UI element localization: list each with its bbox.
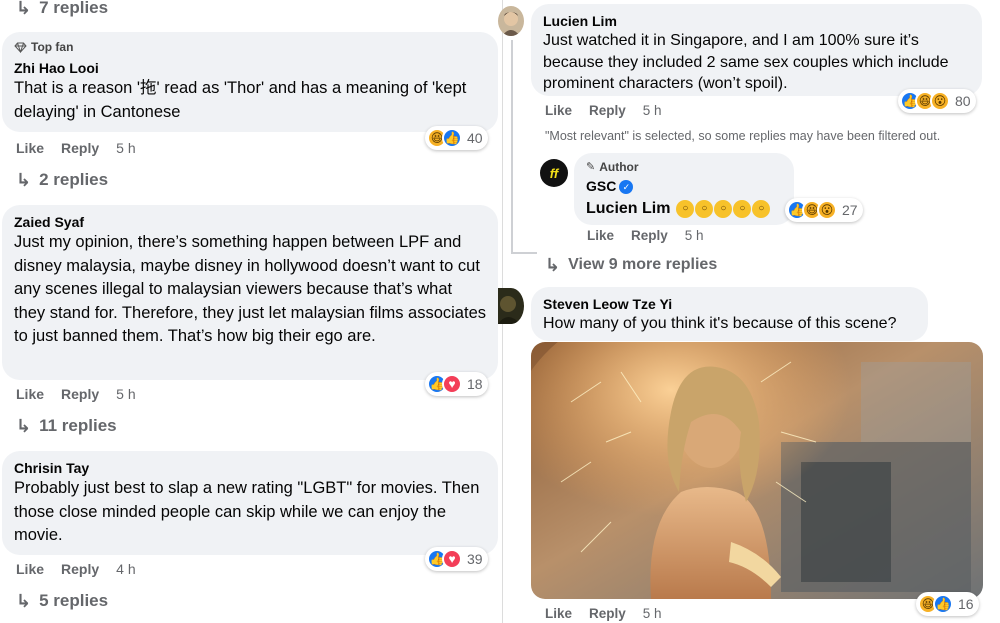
comment-actions: Like Reply 5 h bbox=[545, 102, 662, 120]
reaction-summary[interactable]: 👍 😆 😮 80 bbox=[898, 89, 976, 113]
avatar[interactable]: ff bbox=[540, 159, 568, 187]
comment-text: Just watched it in Singapore, and I am 1… bbox=[543, 32, 949, 92]
timestamp[interactable]: 5 h bbox=[643, 102, 662, 120]
reply-arrow-icon: ↳ bbox=[16, 591, 32, 611]
verified-badge-icon: ✓ bbox=[619, 180, 634, 195]
author-badge: ✎ Author bbox=[586, 160, 639, 174]
reaction-summary[interactable]: 👍 ♥ 18 bbox=[425, 372, 488, 396]
emoji-group: ○ ○ ○ ○ ○ bbox=[676, 199, 771, 218]
reaction-summary[interactable]: 😆 👍 40 bbox=[425, 126, 488, 150]
avatar[interactable] bbox=[498, 6, 524, 36]
reply-arrow-icon: ↳ bbox=[545, 255, 561, 275]
comment-bubble: Zaied Syaf Just my opinion, there’s some… bbox=[2, 205, 498, 380]
reaction-summary[interactable]: 😆 👍 16 bbox=[916, 592, 979, 616]
timestamp[interactable]: 5 h bbox=[685, 227, 704, 245]
diamond-icon bbox=[14, 42, 27, 53]
reply-button[interactable]: Reply bbox=[589, 605, 626, 623]
comment-bubble: Chrisin Tay Probably just best to slap a… bbox=[2, 451, 498, 555]
like-reaction-icon: 👍 bbox=[442, 128, 462, 148]
comment-actions: Like Reply 5 h bbox=[545, 605, 662, 623]
open-mouth-emoji-icon: ○ bbox=[714, 199, 733, 218]
reaction-summary[interactable]: 👍 ♥ 39 bbox=[425, 547, 488, 571]
open-mouth-emoji-icon: ○ bbox=[695, 199, 714, 218]
comment-bubble: Top fan Zhi Hao Looi That is a reason '拖… bbox=[2, 32, 498, 132]
comment-text: Probably just best to slap a new rating … bbox=[14, 479, 480, 544]
thread-line bbox=[511, 252, 537, 254]
view-replies-link[interactable]: ↳ 2 replies bbox=[16, 169, 108, 191]
reply-button[interactable]: Reply bbox=[61, 385, 99, 403]
like-button[interactable]: Like bbox=[545, 605, 572, 623]
timestamp[interactable]: 5 h bbox=[116, 385, 135, 403]
comment-text: How many of you think it's because of th… bbox=[543, 315, 897, 332]
view-more-replies-link[interactable]: ↳ View 9 more replies bbox=[545, 254, 717, 276]
comment-author[interactable]: Zaied Syaf bbox=[14, 213, 486, 231]
like-button[interactable]: Like bbox=[545, 102, 572, 120]
view-replies-link[interactable]: ↳ 7 replies bbox=[16, 0, 108, 19]
comment-bubble: Steven Leow Tze Yi How many of you think… bbox=[531, 287, 928, 341]
top-fan-badge: Top fan bbox=[14, 40, 486, 54]
reaction-summary[interactable]: 👍 😆 😮 27 bbox=[785, 198, 863, 222]
thread-line bbox=[511, 40, 513, 254]
timestamp[interactable]: 5 h bbox=[643, 605, 662, 623]
like-button[interactable]: Like bbox=[16, 385, 44, 403]
reply-arrow-icon: ↳ bbox=[16, 170, 32, 190]
comment-author[interactable]: Chrisin Tay bbox=[14, 459, 486, 477]
gsc-logo-icon: ff bbox=[549, 165, 559, 181]
timestamp[interactable]: 5 h bbox=[116, 139, 135, 157]
comment-author[interactable]: GSC ✓ bbox=[586, 177, 782, 195]
comment-text: Just my opinion, there’s something happe… bbox=[14, 233, 486, 345]
comment-actions: Like Reply 4 h bbox=[16, 560, 136, 578]
comment-actions: Like Reply 5 h bbox=[16, 139, 136, 157]
reply-bubble: ✎ Author GSC ✓ Lucien Lim ○ ○ ○ ○ ○ bbox=[574, 153, 794, 225]
love-reaction-icon: ♥ bbox=[442, 549, 462, 569]
timestamp[interactable]: 4 h bbox=[116, 560, 135, 578]
comment-bubble: Lucien Lim Just watched it in Singapore,… bbox=[531, 4, 982, 96]
like-button[interactable]: Like bbox=[587, 227, 614, 245]
avatar[interactable] bbox=[498, 288, 524, 324]
comment-attachment-image[interactable] bbox=[531, 342, 983, 599]
comment-author[interactable]: Steven Leow Tze Yi bbox=[543, 295, 916, 313]
reply-button[interactable]: Reply bbox=[631, 227, 668, 245]
open-mouth-emoji-icon: ○ bbox=[733, 199, 752, 218]
filter-notice: "Most relevant" is selected, so some rep… bbox=[545, 129, 941, 143]
view-replies-link[interactable]: ↳ 11 replies bbox=[16, 415, 117, 437]
wow-reaction-icon: 😮 bbox=[817, 200, 837, 220]
reply-arrow-icon: ↳ bbox=[16, 416, 32, 436]
view-replies-link[interactable]: ↳ 5 replies bbox=[16, 590, 108, 612]
like-button[interactable]: Like bbox=[16, 139, 44, 157]
like-button[interactable]: Like bbox=[16, 560, 44, 578]
wow-reaction-icon: 😮 bbox=[930, 91, 950, 111]
like-reaction-icon: 👍 bbox=[933, 594, 953, 614]
comment-author[interactable]: Zhi Hao Looi bbox=[14, 59, 486, 77]
reply-arrow-icon: ↳ bbox=[16, 0, 32, 18]
open-mouth-emoji-icon: ○ bbox=[676, 199, 695, 218]
pencil-icon: ✎ bbox=[586, 161, 596, 173]
love-reaction-icon: ♥ bbox=[442, 374, 462, 394]
comment-actions: Like Reply 5 h bbox=[587, 227, 704, 245]
reply-button[interactable]: Reply bbox=[61, 560, 99, 578]
movie-scene-image bbox=[531, 342, 983, 599]
comment-actions: Like Reply 5 h bbox=[16, 385, 136, 403]
reply-button[interactable]: Reply bbox=[61, 139, 99, 157]
mention-link[interactable]: Lucien Lim bbox=[586, 200, 670, 217]
comment-text: That is a reason '拖' read as 'Thor' and … bbox=[14, 79, 467, 121]
open-mouth-emoji-icon: ○ bbox=[752, 199, 771, 218]
comment-author[interactable]: Lucien Lim bbox=[543, 12, 970, 30]
comment-text: Lucien Lim ○ ○ ○ ○ ○ bbox=[586, 197, 782, 221]
reply-button[interactable]: Reply bbox=[589, 102, 626, 120]
